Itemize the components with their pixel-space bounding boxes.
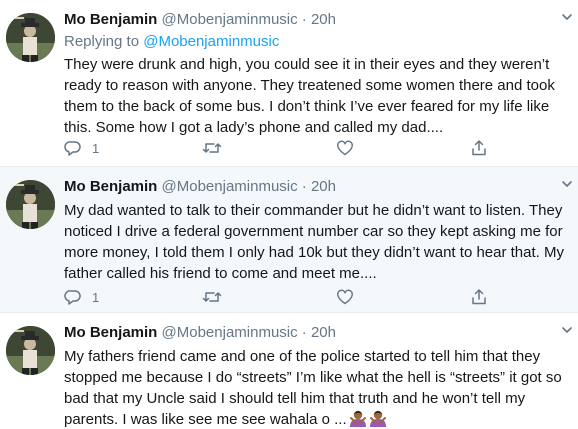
retweet-button[interactable] (202, 287, 232, 307)
user-handle[interactable]: @Mobenjaminmusic (162, 11, 298, 28)
timestamp[interactable]: 20h (311, 178, 336, 195)
tweet-text: My dad wanted to talk to their commander… (64, 202, 564, 282)
display-name[interactable]: Mo Benjamin (64, 178, 157, 195)
heart-icon (337, 289, 353, 305)
reply-button[interactable]: 1 (64, 287, 99, 307)
share-button[interactable] (470, 138, 488, 158)
avatar[interactable] (6, 13, 55, 62)
avatar[interactable] (6, 180, 55, 229)
share-icon (472, 140, 486, 156)
like-button[interactable] (336, 138, 364, 158)
heart-icon (337, 140, 353, 156)
tweet[interactable]: Mo Benjamin @Mobenjaminmusic · 20h Reply… (0, 0, 578, 167)
tweet-header: Mo Benjamin @Mobenjaminmusic · 20h (64, 10, 568, 29)
tweet-header: Mo Benjamin @Mobenjaminmusic · 20h (64, 177, 568, 196)
separator-dot: · (301, 11, 307, 28)
user-handle[interactable]: @Mobenjaminmusic (162, 178, 298, 195)
retweet-icon (202, 143, 222, 153)
avatar[interactable] (6, 326, 55, 375)
tweet[interactable]: Mo Benjamin @Mobenjaminmusic · 20h My da… (0, 167, 578, 313)
tweet-thread: Mo Benjamin @Mobenjaminmusic · 20h Reply… (0, 0, 578, 429)
share-button[interactable] (470, 287, 488, 307)
tweet-header: Mo Benjamin @Mobenjaminmusic · 20h (64, 323, 568, 342)
tweet-actions: 1 (64, 138, 534, 158)
reply-icon (64, 290, 81, 305)
tweet-text: My fathers friend came and one of the po… (64, 346, 568, 429)
reply-count: 1 (92, 289, 100, 305)
share-icon (472, 289, 486, 305)
tweet-actions: 1 (64, 287, 534, 307)
retweet-button[interactable] (202, 138, 232, 158)
tweet-text-body: My fathers friend came and one of the po… (64, 348, 562, 428)
retweet-icon (202, 292, 222, 302)
timestamp[interactable]: 20h (311, 11, 336, 28)
separator-dot: · (301, 324, 307, 341)
tweet[interactable]: Mo Benjamin @Mobenjaminmusic · 20h My fa… (0, 313, 578, 429)
chevron-down-icon[interactable] (560, 323, 574, 337)
tweet-text: They were drunk and high, you could see … (64, 56, 555, 136)
replying-mention-link[interactable]: @Mobenjaminmusic (143, 33, 279, 50)
person-gesturing-no-emoji (349, 410, 366, 427)
separator-dot: · (301, 178, 307, 195)
reply-button[interactable]: 1 (64, 138, 99, 158)
timestamp[interactable]: 20h (311, 324, 336, 341)
display-name[interactable]: Mo Benjamin (64, 11, 157, 28)
user-handle[interactable]: @Mobenjaminmusic (162, 324, 298, 341)
chevron-down-icon[interactable] (560, 177, 574, 191)
person-gesturing-no-emoji (369, 410, 386, 427)
reply-count: 1 (92, 140, 100, 156)
reply-icon (64, 141, 81, 156)
replying-prefix: Replying to (64, 33, 144, 50)
chevron-down-icon[interactable] (560, 10, 574, 24)
replying-to: Replying to @Mobenjaminmusic (64, 32, 568, 52)
display-name[interactable]: Mo Benjamin (64, 324, 157, 341)
like-button[interactable] (336, 287, 364, 307)
